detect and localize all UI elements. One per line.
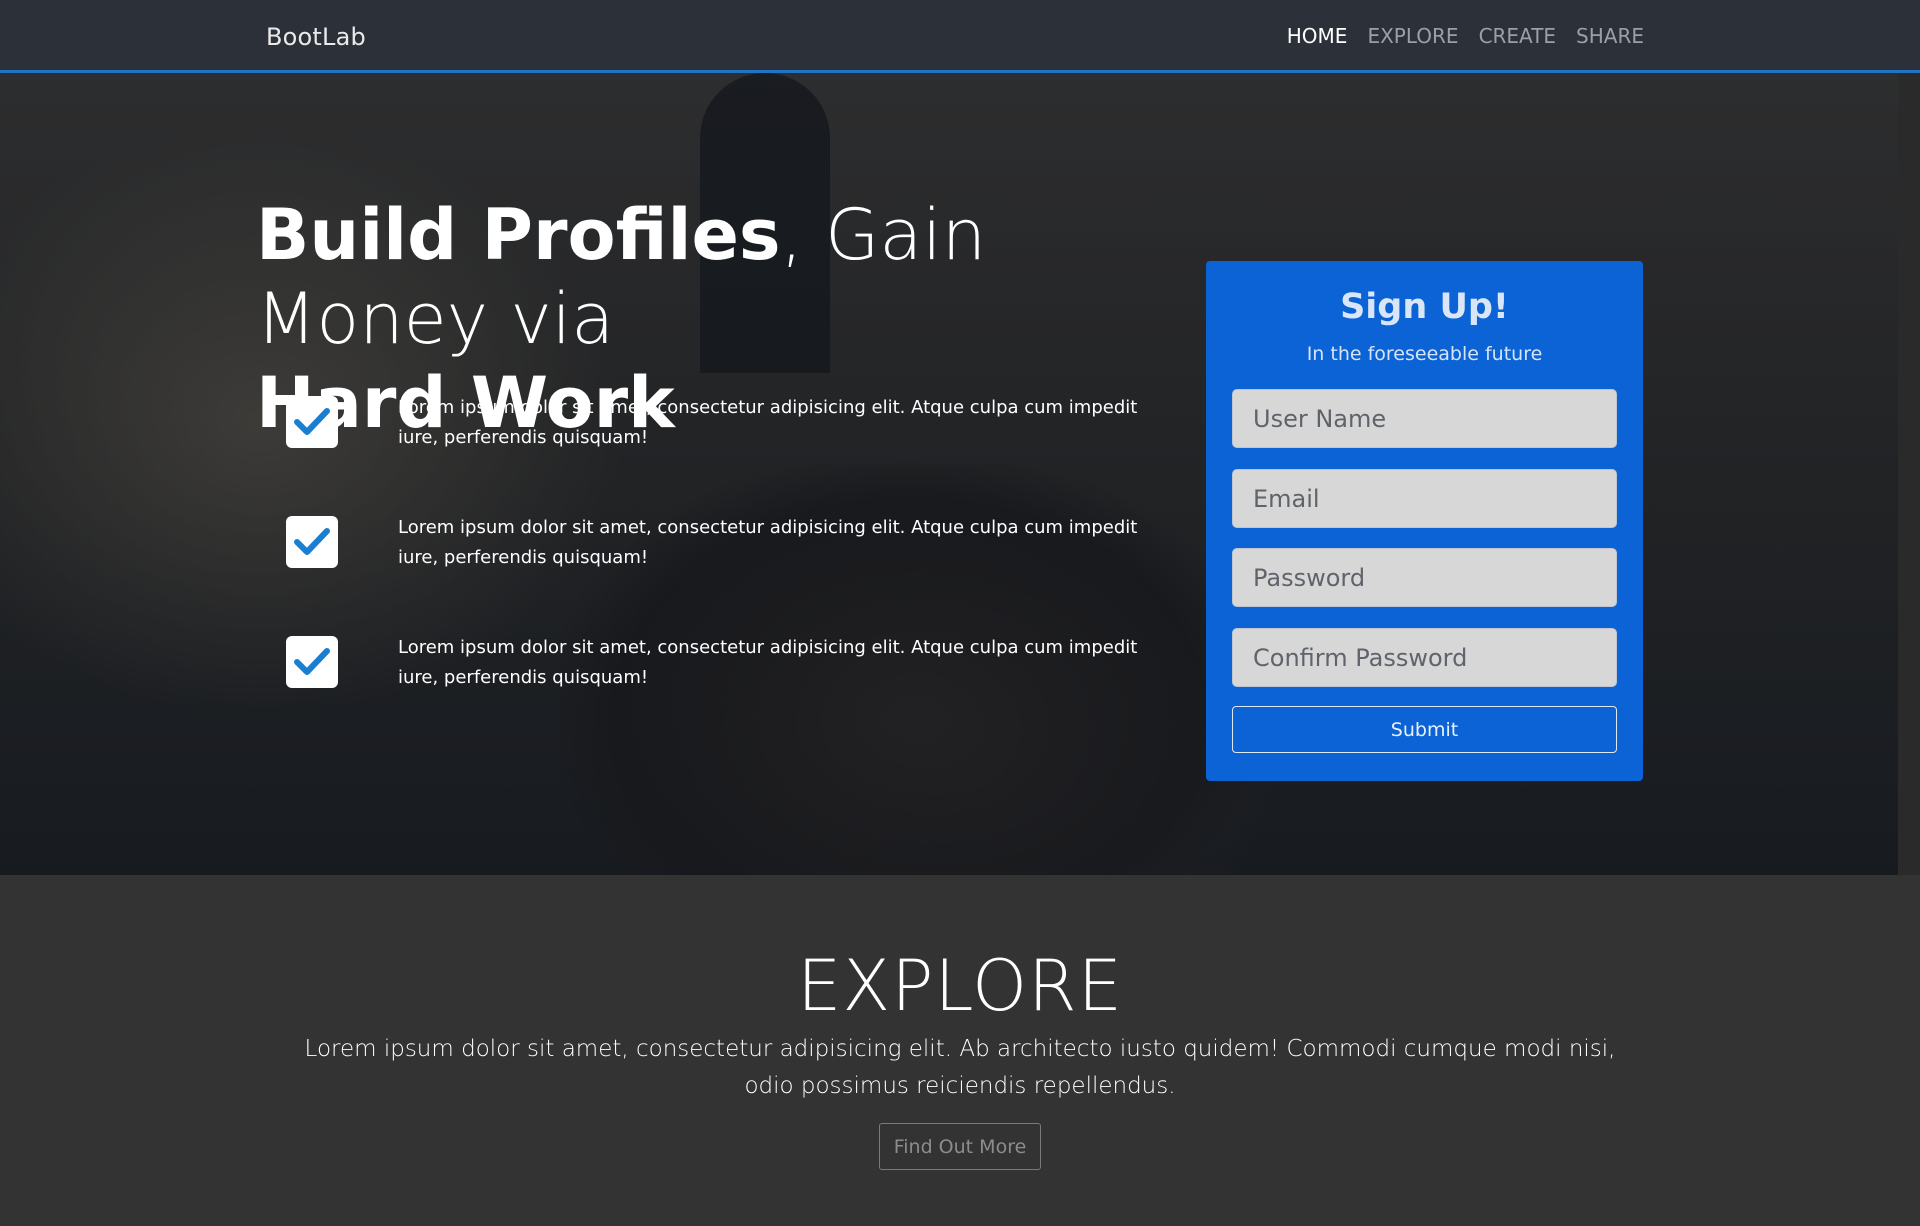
hero-edge bbox=[1898, 73, 1920, 875]
check-icon bbox=[286, 396, 338, 448]
check-icon bbox=[286, 636, 338, 688]
explore-text: Lorem ipsum dolor sit amet, consectetur … bbox=[304, 1036, 1616, 1099]
feature-list: Lorem ipsum dolor sit amet, consectetur … bbox=[286, 393, 1146, 753]
nav-links: HOME EXPLORE CREATE SHARE bbox=[1287, 24, 1644, 48]
feature-text: Lorem ipsum dolor sit amet, consectetur … bbox=[398, 637, 1138, 688]
signup-title: Sign Up! bbox=[1340, 287, 1509, 327]
brand-logo[interactable]: BootLab bbox=[266, 23, 366, 51]
nav-home[interactable]: HOME bbox=[1287, 24, 1348, 48]
confirm-password-field[interactable] bbox=[1232, 628, 1617, 687]
explore-section: EXPLORE Lorem ipsum dolor sit amet, cons… bbox=[0, 875, 1920, 1226]
signup-subtitle: In the foreseeable future bbox=[1306, 343, 1543, 365]
hero-section: Build Profiles, Gain Money via Hard Work… bbox=[0, 73, 1920, 875]
feature-item: Lorem ipsum dolor sit amet, consectetur … bbox=[286, 393, 1146, 513]
submit-button[interactable]: Submit bbox=[1232, 706, 1617, 753]
feature-text: Lorem ipsum dolor sit amet, consectetur … bbox=[398, 397, 1138, 448]
hero-title-part-1: Build Profiles bbox=[256, 194, 781, 276]
navbar: BootLab HOME EXPLORE CREATE SHARE bbox=[0, 0, 1920, 73]
password-field[interactable] bbox=[1232, 548, 1617, 607]
nav-create[interactable]: CREATE bbox=[1479, 24, 1556, 48]
feature-item: Lorem ipsum dolor sit amet, consectetur … bbox=[286, 633, 1146, 753]
check-icon bbox=[286, 516, 338, 568]
nav-explore[interactable]: EXPLORE bbox=[1367, 24, 1458, 48]
find-out-more-button[interactable]: Find Out More bbox=[879, 1123, 1041, 1170]
explore-title: EXPLORE bbox=[797, 945, 1123, 1027]
feature-text: Lorem ipsum dolor sit amet, consectetur … bbox=[398, 517, 1138, 568]
signup-card: Sign Up! In the foreseeable future Submi… bbox=[1206, 261, 1643, 781]
email-field[interactable] bbox=[1232, 469, 1617, 528]
hero-title-comma: , bbox=[780, 194, 803, 276]
nav-share[interactable]: SHARE bbox=[1576, 24, 1644, 48]
username-field[interactable] bbox=[1232, 389, 1617, 448]
feature-item: Lorem ipsum dolor sit amet, consectetur … bbox=[286, 513, 1146, 633]
